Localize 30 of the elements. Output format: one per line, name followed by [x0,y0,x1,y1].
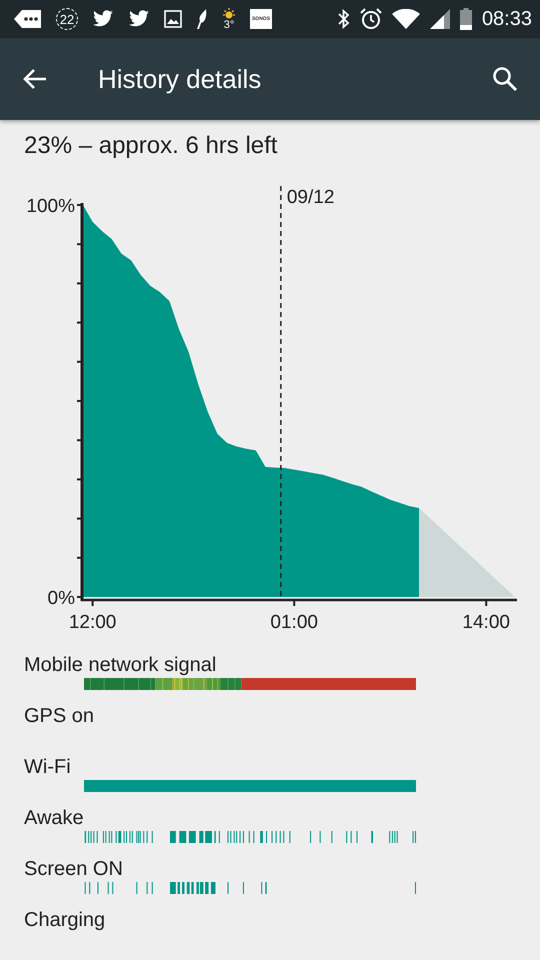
timeline-label: Charging [24,908,106,933]
wifi-icon [392,9,420,29]
y-axis-label: 0% [48,588,75,609]
temperature: 3° [224,20,234,30]
battery-summary: 23% – approx. 6 hrs left [23,131,278,161]
clock-time: 08:33 [482,8,532,30]
screen-title: History details [98,64,262,94]
image-icon [164,10,182,28]
x-axis-label: 01:00 [270,612,318,633]
bluetooth-icon [338,9,350,29]
alarm-icon [360,8,382,30]
bird-icon [92,10,114,28]
more-notifications-icon [14,10,42,28]
cell-signal-icon [430,9,450,29]
sun-icon [222,8,236,20]
timeline-label: Wi-Fi [24,755,72,780]
notification-count: 22 [56,8,78,30]
date-label: 09/12 [286,187,334,208]
x-axis-label: 14:00 [462,612,510,633]
battery-icon [460,8,472,30]
y-axis-label: 100% [26,196,75,217]
timeline-label: GPS on [24,704,96,729]
search-icon [492,66,518,92]
timeline-label: Awake [24,806,85,831]
timeline-label: Screen ON [24,857,124,882]
bird-icon [128,10,150,28]
x-axis-label: 12:00 [68,612,116,633]
feather-icon [196,9,208,29]
back-arrow-icon [22,67,48,91]
timeline-label: Mobile network signal [24,653,218,678]
